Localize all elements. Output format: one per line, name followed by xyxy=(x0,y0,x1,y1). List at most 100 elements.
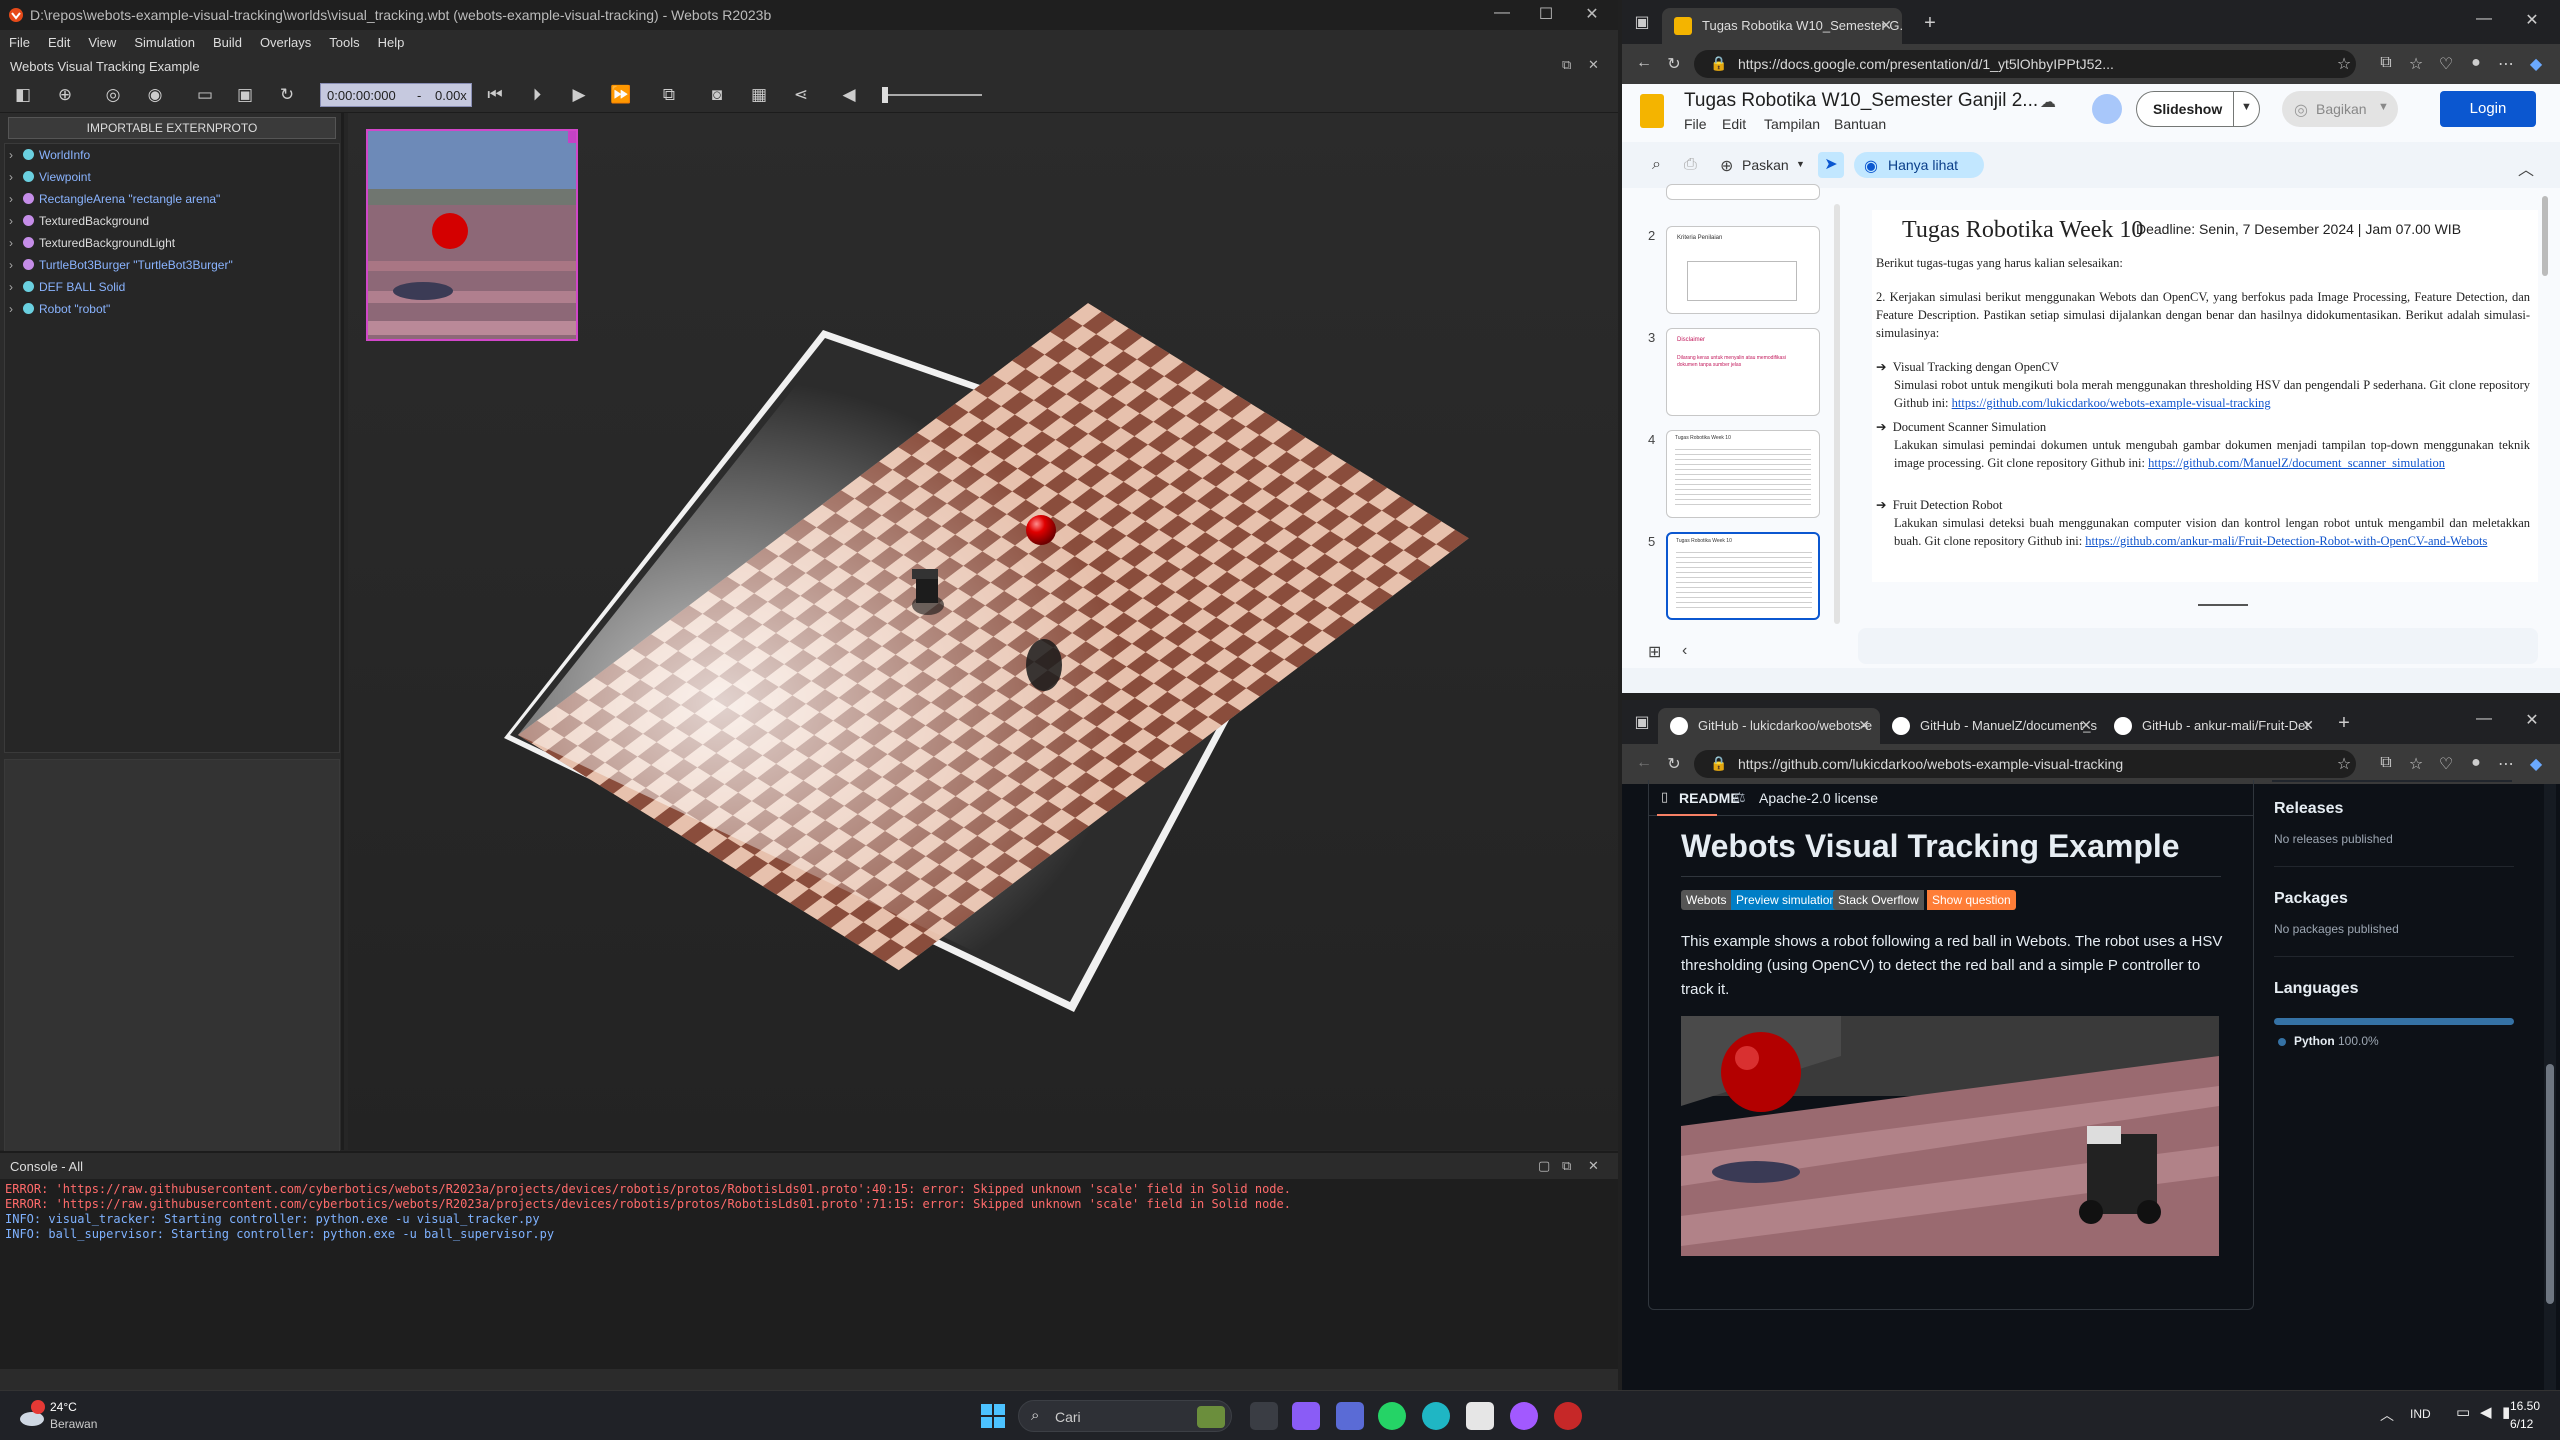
menu-file[interactable]: File xyxy=(0,30,39,50)
search-icon[interactable]: ⌕ xyxy=(1652,156,1661,174)
refresh-icon[interactable]: ↻ xyxy=(1662,754,1686,774)
save-world-icon[interactable]: ▣ xyxy=(232,83,258,107)
reload-world-icon[interactable]: ↻ xyxy=(274,83,300,107)
play-icon[interactable]: ▶ xyxy=(566,83,592,107)
movie-icon[interactable]: ▦ xyxy=(746,83,772,107)
tree-node-ball-solid[interactable]: › DEF BALL Solid xyxy=(9,280,125,300)
volume-icon[interactable]: ◀ xyxy=(2480,1403,2492,1421)
more-menu-icon[interactable]: ⋯ xyxy=(2494,54,2518,74)
menu-view[interactable]: Tampilan xyxy=(1764,116,1820,132)
view-eye-icon[interactable]: ◉ xyxy=(142,83,168,107)
new-tab-icon[interactable]: + xyxy=(2332,712,2356,735)
tab-close-icon[interactable]: ✕ xyxy=(2302,717,2314,734)
zoom-icon[interactable]: ⊕ xyxy=(1720,156,1733,176)
toggle-scene-tree-icon[interactable]: ◧ xyxy=(10,83,36,107)
extensions-icon[interactable]: ⧉ xyxy=(2374,754,2398,772)
menu-edit[interactable]: Edit xyxy=(39,30,79,50)
releases-heading[interactable]: Releases xyxy=(2274,800,2343,818)
tab-actions-icon[interactable]: ▣ xyxy=(1630,12,1654,32)
menu-build[interactable]: Build xyxy=(204,30,251,50)
menu-help[interactable]: Bantuan xyxy=(1834,116,1886,132)
repo-link-document-scanner[interactable]: https://github.com/ManuelZ/document_scan… xyxy=(2148,456,2445,470)
minimize-button[interactable]: — xyxy=(1482,4,1522,22)
profile-avatar-icon[interactable]: ● xyxy=(2464,754,2488,772)
screenshot-icon[interactable]: ◙ xyxy=(704,83,730,107)
slideshow-button[interactable]: Slideshow ▼ xyxy=(2136,91,2260,127)
menu-view[interactable]: View xyxy=(79,30,125,50)
collapse-panel-icon[interactable]: ‹ xyxy=(1682,642,1687,660)
open-world-icon[interactable]: ▭ xyxy=(192,83,218,107)
webots-app-icon[interactable] xyxy=(1554,1402,1582,1430)
new-tab-icon[interactable]: + xyxy=(1918,12,1942,35)
reset-view-icon[interactable]: ◎ xyxy=(100,83,126,107)
language-python[interactable]: Python xyxy=(2294,1034,2335,1048)
search-box[interactable]: ⌕ Cari xyxy=(1018,1400,1232,1432)
favorite-icon[interactable]: ☆ xyxy=(2332,754,2356,774)
browser-essentials-icon[interactable]: ♡ xyxy=(2434,754,2458,774)
tree-node-robot[interactable]: › Robot "robot" xyxy=(9,302,110,322)
copilot-icon[interactable]: ◆ xyxy=(2524,54,2548,74)
extensions-icon[interactable]: ⧉ xyxy=(2374,54,2398,72)
input-language[interactable]: IND xyxy=(2410,1407,2431,1421)
zoom-select[interactable]: Paskan xyxy=(1742,157,1789,173)
browser-essentials-icon[interactable]: ♡ xyxy=(2434,54,2458,74)
weather-widget[interactable] xyxy=(16,1399,46,1429)
store-app-icon[interactable] xyxy=(1466,1402,1494,1430)
tree-node-textured-background-light[interactable]: › TexturedBackgroundLight xyxy=(9,236,175,256)
clock-time[interactable]: 16.50 xyxy=(2510,1399,2540,1413)
tab-close-icon[interactable]: ✕ xyxy=(2080,717,2092,734)
resize-handle[interactable] xyxy=(2198,604,2248,606)
speaker-notes[interactable] xyxy=(1858,628,2538,664)
tree-node-rectangle-arena[interactable]: › RectangleArena "rectangle arena" xyxy=(9,192,220,212)
fast-forward-icon[interactable]: ⏩ xyxy=(608,83,634,107)
slide-thumb-3[interactable]: Disclaimer Dilarang keras untuk menyalin… xyxy=(1666,328,1820,416)
console-close-icon[interactable]: ✕ xyxy=(1588,1158,1599,1174)
repo-link-fruit-detection[interactable]: https://github.com/ankur-mali/Fruit-Dete… xyxy=(2085,534,2487,548)
importable-externproto-button[interactable]: IMPORTABLE EXTERNPROTO xyxy=(8,117,336,139)
chevron-down-icon[interactable]: ▼ xyxy=(2241,101,2252,113)
tree-node-turtlebot3burger[interactable]: › TurtleBot3Burger "TurtleBot3Burger" xyxy=(9,258,233,278)
start-button[interactable] xyxy=(980,1403,1006,1429)
slide-thumb-1[interactable] xyxy=(1666,184,1820,200)
close-button[interactable]: ✕ xyxy=(1572,4,1612,24)
undock-icon[interactable]: ⧉ xyxy=(1562,57,1571,73)
maximize-button[interactable]: ☐ xyxy=(1526,4,1566,24)
window-minimize-button[interactable]: — xyxy=(2472,10,2496,28)
thumbnail-scrollbar[interactable] xyxy=(1834,204,1840,624)
tree-node-worldinfo[interactable]: › WorldInfo xyxy=(9,148,90,168)
add-node-icon[interactable]: ⊕ xyxy=(52,83,78,107)
camera-overlay[interactable] xyxy=(366,129,578,341)
tree-node-textured-background[interactable]: › TexturedBackground xyxy=(9,214,149,234)
slide-scrollbar[interactable] xyxy=(2542,196,2548,276)
back-icon[interactable]: ← xyxy=(1632,54,1656,72)
console-float-icon[interactable]: ▢ xyxy=(1538,1158,1550,1174)
collections-icon[interactable]: ☆ xyxy=(2404,54,2428,74)
login-button[interactable]: Login xyxy=(2440,91,2536,127)
volume-slider[interactable] xyxy=(882,94,982,96)
license-tab[interactable]: Apache-2.0 license xyxy=(1759,790,1878,806)
render-toggle-icon[interactable]: ⧉ xyxy=(656,83,682,107)
reset-simulation-icon[interactable]: ⏮ xyxy=(482,83,508,107)
edge-browser-icon[interactable] xyxy=(1422,1402,1450,1430)
tray-chevron-icon[interactable]: ︿ xyxy=(2380,1405,2394,1425)
slide-thumb-4[interactable]: Tugas Robotika Week 10 xyxy=(1666,430,1820,518)
page-scrollbar-thumb[interactable] xyxy=(2546,1064,2554,1304)
tab-github-document-scanner[interactable]: GitHub - ManuelZ/document_s ✕ xyxy=(1880,708,2102,744)
close-panel-icon[interactable]: ✕ xyxy=(1588,57,1599,73)
collections-icon[interactable]: ☆ xyxy=(2404,754,2428,774)
photos-app-icon[interactable] xyxy=(1336,1402,1364,1430)
window-close-button[interactable]: ✕ xyxy=(2520,10,2544,30)
console-undock-icon[interactable]: ⧉ xyxy=(1562,1158,1571,1174)
print-icon[interactable]: ⎙ xyxy=(1684,156,1697,174)
refresh-icon[interactable]: ↻ xyxy=(1662,54,1686,74)
anonymous-avatar-icon[interactable] xyxy=(2092,94,2122,124)
document-title[interactable]: Tugas Robotika W10_Semester Ganjil 2... xyxy=(1684,90,2038,112)
tab-github-fruit-detection[interactable]: GitHub - ankur-mali/Fruit-Det ✕ xyxy=(2102,708,2324,744)
menu-file[interactable]: File xyxy=(1684,116,1707,132)
network-icon[interactable]: ▭ xyxy=(2456,1403,2470,1421)
tab-close-icon[interactable]: ✕ xyxy=(1858,717,1870,734)
window-close-button[interactable]: ✕ xyxy=(2520,710,2544,730)
whatsapp-icon[interactable] xyxy=(1378,1402,1406,1430)
task-view-icon[interactable] xyxy=(1250,1402,1278,1430)
favorite-icon[interactable]: ☆ xyxy=(2332,54,2356,74)
